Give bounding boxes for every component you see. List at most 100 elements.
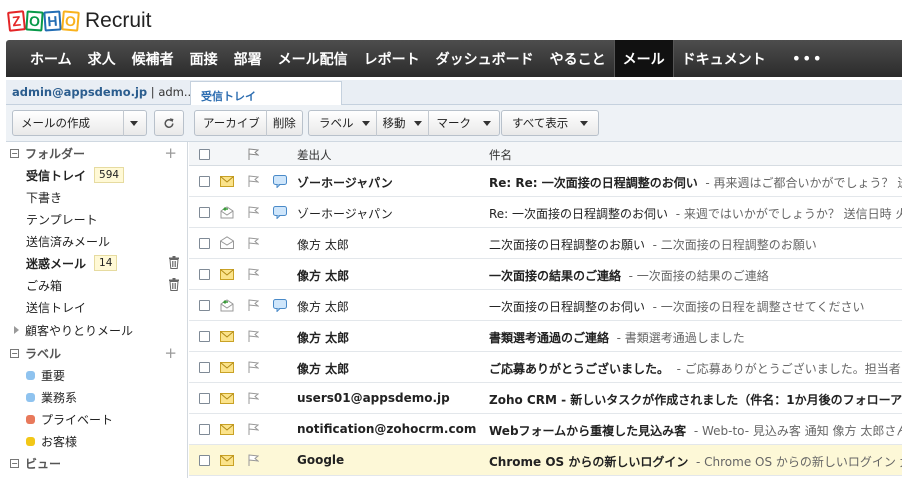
nav-home[interactable]: ホーム (22, 40, 80, 77)
subject-preview: - Chrome OS からの新しいログイン 太郎 様 (696, 455, 902, 469)
sidebar-label-private[interactable]: プライベート (6, 408, 187, 430)
delete-button[interactable]: 削除 (267, 115, 302, 131)
column-header-subject[interactable]: 件名 (489, 147, 512, 163)
envelope-icon (220, 176, 234, 187)
collapse-icon[interactable]: − (10, 458, 19, 468)
conversation-icon[interactable] (273, 299, 287, 312)
flag-icon[interactable] (248, 392, 259, 404)
mark-dropdown[interactable]: マーク (429, 115, 500, 131)
nav-candidates[interactable]: 候補者 (124, 40, 182, 77)
mail-row[interactable]: 像方 太郎 二次面接の日程調整のお願い - 二次面接の日程調整のお願い (189, 228, 902, 259)
flag-icon[interactable] (248, 175, 259, 187)
subject-preview: - Web-to- 見込み客 通知 像方 太郎さん, 見 (693, 424, 902, 438)
move-dropdown[interactable]: 移動 (377, 115, 428, 131)
account-bar: admin@appsdemo.jp | adm... 受信トレイ (6, 80, 902, 106)
folder-label: 顧客やりとりメール (25, 323, 134, 338)
flag-icon[interactable] (248, 268, 259, 280)
mail-row[interactable]: 像方 太郎 一次面接の日程調整のお伺い - 一次面接の日程を調整させてください (189, 290, 902, 321)
row-checkbox[interactable] (199, 362, 210, 373)
folder-label: 送信済みメール (26, 234, 111, 249)
trash-icon[interactable] (169, 256, 179, 269)
sidebar-item-inbox[interactable]: 受信トレイ 594 (6, 164, 187, 186)
sidebar-label-business[interactable]: 業務系 (6, 386, 187, 408)
folder-label: 下書き (26, 190, 63, 205)
mail-subject: 書類選考通過のご連絡 - 書類選考通過しました (489, 329, 902, 346)
show-all-dropdown[interactable]: すべて表示 (501, 110, 600, 136)
row-checkbox[interactable] (199, 300, 210, 311)
subject-text: 二次面接の日程調整のお願い (489, 238, 646, 252)
sidebar-item-spam[interactable]: 迷惑メール 14 (6, 252, 187, 274)
mail-row[interactable]: 像方 太郎 ご応募ありがとうございました。 - ご応募ありがとうございました。担… (189, 352, 902, 383)
add-label-icon[interactable]: + (164, 344, 177, 362)
nav-departments[interactable]: 部署 (226, 40, 270, 77)
row-checkbox[interactable] (199, 455, 210, 466)
nav-more-icon[interactable]: ••• (774, 40, 841, 77)
mail-row[interactable]: ゾーホージャパン Re: Re: 一次面接の日程調整のお伺い - 再来週はご都合… (189, 166, 902, 197)
sidebar-label-customers[interactable]: お客様 (6, 430, 187, 452)
flag-icon[interactable] (248, 361, 259, 373)
trash-icon[interactable] (169, 278, 179, 291)
nav-interviews[interactable]: 面接 (182, 40, 226, 77)
tab-inbox[interactable]: 受信トレイ (190, 81, 342, 106)
row-checkbox[interactable] (199, 207, 210, 218)
conversation-icon[interactable] (273, 206, 287, 219)
flag-icon[interactable] (248, 299, 259, 311)
flag-icon[interactable] (248, 206, 259, 218)
row-checkbox[interactable] (199, 393, 210, 404)
sidebar-item-templates[interactable]: テンプレート (6, 208, 187, 230)
flag-icon[interactable] (248, 454, 259, 466)
sidebar-item-outbox[interactable]: 送信トレイ (6, 296, 187, 318)
mail-row[interactable]: notification@zohocrm.com Webフォームから重複した見込… (189, 414, 902, 445)
sidebar-label-important[interactable]: 重要 (6, 364, 187, 386)
nav-mail[interactable]: メール (613, 40, 674, 77)
mail-toolbar: メールの作成 アーカイブ 削除 ラベル 移動 マーク すべて表示 (6, 105, 902, 142)
label-name: プライベート (41, 412, 114, 427)
flag-icon[interactable] (248, 330, 259, 342)
sidebar-item-trash[interactable]: ごみ箱 (6, 274, 187, 296)
views-section-header[interactable]: − ビュー (6, 452, 187, 474)
labels-section-header[interactable]: − ラベル + (6, 342, 187, 364)
row-checkbox[interactable] (199, 176, 210, 187)
mail-row[interactable]: 像方 太郎 書類選考通過のご連絡 - 書類選考通過しました (189, 321, 902, 352)
row-checkbox[interactable] (199, 424, 210, 435)
mail-row[interactable]: users01@appsdemo.jp Zoho CRM - 新しいタスクが作成… (189, 383, 902, 414)
subject-text: Re: Re: 一次面接の日程調整のお伺い (489, 176, 698, 190)
mail-row[interactable]: Google Chrome OS からの新しいログイン - Chrome OS … (189, 445, 902, 476)
add-folder-icon[interactable]: + (164, 144, 177, 162)
sidebar-item-drafts[interactable]: 下書き (6, 186, 187, 208)
nav-todo[interactable]: やること (542, 40, 614, 77)
mail-subject: ご応募ありがとうございました。 - ご応募ありがとうございました。担当者より別 (489, 360, 902, 377)
collapse-icon[interactable]: − (10, 348, 19, 358)
mail-row[interactable]: ゾーホージャパン Re: 一次面接の日程調整のお伺い - 来週ではいかがでしょう… (189, 197, 902, 228)
sidebar-item-sent[interactable]: 送信済みメール (6, 230, 187, 252)
select-all-checkbox[interactable] (199, 149, 210, 160)
account-selector[interactable]: admin@appsdemo.jp | adm... (12, 85, 195, 99)
row-checkbox[interactable] (199, 269, 210, 280)
row-checkbox[interactable] (199, 238, 210, 249)
archive-button[interactable]: アーカイブ (195, 115, 266, 131)
nav-dashboard[interactable]: ダッシュボード (428, 40, 542, 77)
compose-dropdown[interactable]: メールの作成 (12, 110, 147, 136)
label-dropdown[interactable]: ラベル (309, 115, 376, 131)
zoho-logo-mark: Z O H O (7, 10, 80, 32)
mail-subject: Webフォームから重複した見込み客 - Web-to- 見込み客 通知 像方 太… (489, 422, 902, 439)
nav-reports[interactable]: レポート (356, 40, 428, 77)
nav-campaigns[interactable]: メール配信 (270, 40, 356, 77)
account-email: admin@appsdemo.jp (12, 85, 148, 99)
conversation-icon[interactable] (273, 175, 287, 188)
mail-row[interactable]: 像方 太郎 一次面接の結果のご連絡 - 一次面接の結果のご連絡 (189, 259, 902, 290)
sidebar-item-customer-mail[interactable]: 顧客やりとりメール (6, 318, 187, 342)
column-header-from[interactable]: 差出人 (297, 147, 332, 163)
zoho-recruit-logo[interactable]: Z O H O Recruit (7, 6, 152, 36)
collapse-icon[interactable]: − (10, 148, 19, 158)
flag-icon[interactable] (248, 237, 259, 249)
row-checkbox[interactable] (199, 331, 210, 342)
folders-section-header[interactable]: − フォルダー + (6, 142, 187, 164)
nav-documents[interactable]: ドキュメント (674, 40, 774, 77)
move-dropdown-text: 移動 (382, 116, 406, 130)
refresh-button[interactable] (154, 110, 184, 136)
expand-arrow-icon[interactable] (14, 326, 19, 334)
nav-jobs[interactable]: 求人 (80, 40, 124, 77)
label-dropdown-text: ラベル (319, 116, 354, 130)
flag-icon[interactable] (248, 423, 259, 435)
